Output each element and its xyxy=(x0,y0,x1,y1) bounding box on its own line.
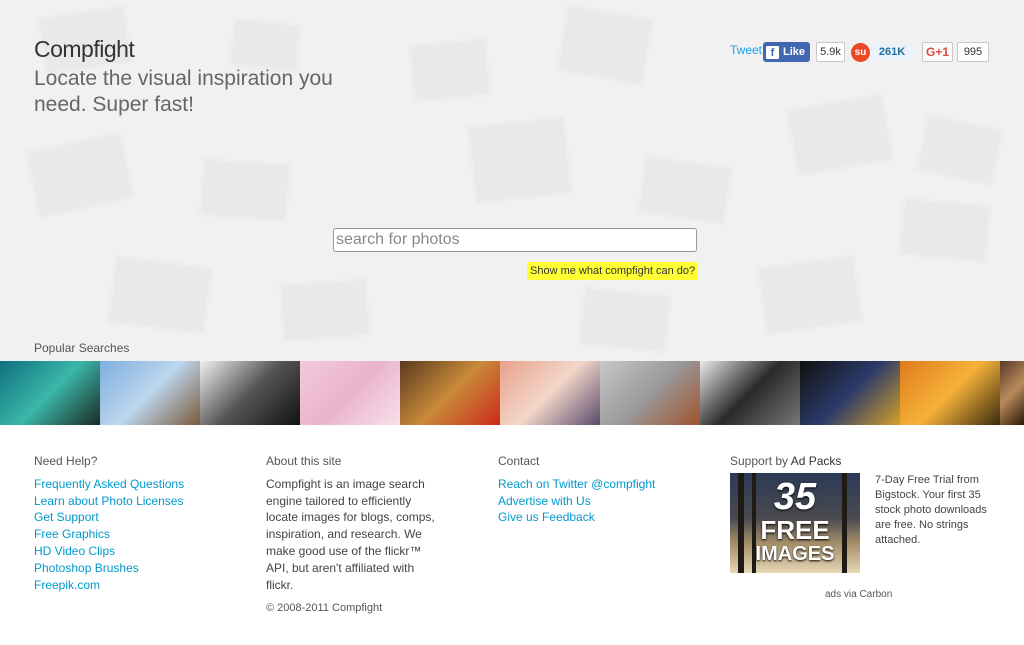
popular-thumb-ducks[interactable] xyxy=(600,361,700,425)
facebook-like-button[interactable]: f Like xyxy=(763,42,810,62)
help-heading: Need Help? xyxy=(34,454,98,468)
google-plus-button[interactable]: G+1 xyxy=(922,42,953,62)
background-photo xyxy=(755,253,865,337)
background-photo xyxy=(278,276,372,344)
background-photo xyxy=(914,112,1006,188)
about-heading: About this site xyxy=(266,454,342,468)
background-photo xyxy=(106,254,214,336)
background-photo xyxy=(897,196,993,264)
about-text: Compfight is an image search engine tail… xyxy=(266,476,435,592)
background-photo xyxy=(407,36,493,104)
background-photo xyxy=(554,2,656,88)
popular-thumb-dog[interactable] xyxy=(400,361,500,425)
stumbleupon-count: 261K xyxy=(870,44,914,60)
background-photo xyxy=(23,130,137,220)
popular-thumb-geisha[interactable] xyxy=(500,361,600,425)
ad-image-text: 35 FREE IMAGES xyxy=(730,477,860,565)
hero-section: Compfight Locate the visual inspiration … xyxy=(0,0,1024,361)
background-photo xyxy=(636,154,734,226)
popular-thumb-spiral[interactable] xyxy=(200,361,300,425)
search-input[interactable] xyxy=(333,228,697,252)
background-photo xyxy=(577,285,673,355)
feedback-link[interactable]: Give us Feedback xyxy=(498,509,655,526)
facebook-like-count: 5.9k xyxy=(816,42,845,62)
free-graphics-link[interactable]: Free Graphics xyxy=(34,526,184,543)
background-photo xyxy=(466,114,574,206)
contact-heading: Contact xyxy=(498,454,540,468)
ad-image-line1: FREE xyxy=(760,515,830,545)
ad-image-number: 35 xyxy=(773,476,817,518)
freepik-link[interactable]: Freepik.com xyxy=(34,577,184,594)
photoshop-brushes-link[interactable]: Photoshop Brushes xyxy=(34,560,184,577)
ad-text[interactable]: 7-Day Free Trial from Bigstock. Your fir… xyxy=(875,473,995,548)
google-plus-count: 995 xyxy=(957,42,989,62)
ads-via-carbon[interactable]: ads via Carbon xyxy=(825,589,892,600)
get-support-link[interactable]: Get Support xyxy=(34,509,184,526)
tagline: Locate the visual inspiration you need. … xyxy=(34,67,333,116)
help-column: Need Help? Frequently Asked Questions Le… xyxy=(34,453,184,593)
ad-heading: Support by Ad Packs xyxy=(730,453,841,470)
popular-searches-strip xyxy=(0,361,1024,425)
background-photo xyxy=(198,156,292,224)
show-demo-link[interactable]: Show me what compfight can do? xyxy=(527,262,699,280)
faq-link[interactable]: Frequently Asked Questions xyxy=(34,476,184,493)
ad-packs-link[interactable]: Ad Packs xyxy=(791,454,842,468)
stumbleupon-icon[interactable]: su xyxy=(851,43,870,62)
copyright: © 2008-2011 Compfight xyxy=(266,602,383,615)
ad-image[interactable]: 35 FREE IMAGES xyxy=(730,473,860,573)
about-column: About this site Compfight is an image se… xyxy=(266,453,444,617)
facebook-like-label: Like xyxy=(783,46,806,58)
ad-heading-prefix: Support by xyxy=(730,454,791,468)
background-photo xyxy=(784,91,896,179)
popular-thumb-pier[interactable] xyxy=(100,361,200,425)
popular-searches-label: Popular Searches xyxy=(34,341,130,355)
contact-column: Contact Reach on Twitter @compfight Adve… xyxy=(498,453,655,526)
twitter-link[interactable]: Reach on Twitter @compfight xyxy=(498,476,655,493)
popular-thumb-suit[interactable] xyxy=(800,361,900,425)
tweet-button[interactable]: Tweet xyxy=(730,43,762,57)
background-photo xyxy=(227,16,303,74)
popular-thumb-flower[interactable] xyxy=(900,361,1000,425)
brand-logo[interactable]: Compfight xyxy=(34,36,135,63)
popular-thumb-face-paint[interactable] xyxy=(0,361,100,425)
popular-thumb-extra[interactable] xyxy=(1000,361,1024,425)
hd-video-clips-link[interactable]: HD Video Clips xyxy=(34,543,184,560)
popular-thumb-girl-pink-wall[interactable] xyxy=(300,361,400,425)
facebook-icon: f xyxy=(766,45,779,59)
ad-image-line2: IMAGES xyxy=(755,543,835,565)
popular-thumb-gadgets[interactable] xyxy=(700,361,800,425)
photo-licenses-link[interactable]: Learn about Photo Licenses xyxy=(34,493,184,510)
advertise-link[interactable]: Advertise with Us xyxy=(498,493,655,510)
